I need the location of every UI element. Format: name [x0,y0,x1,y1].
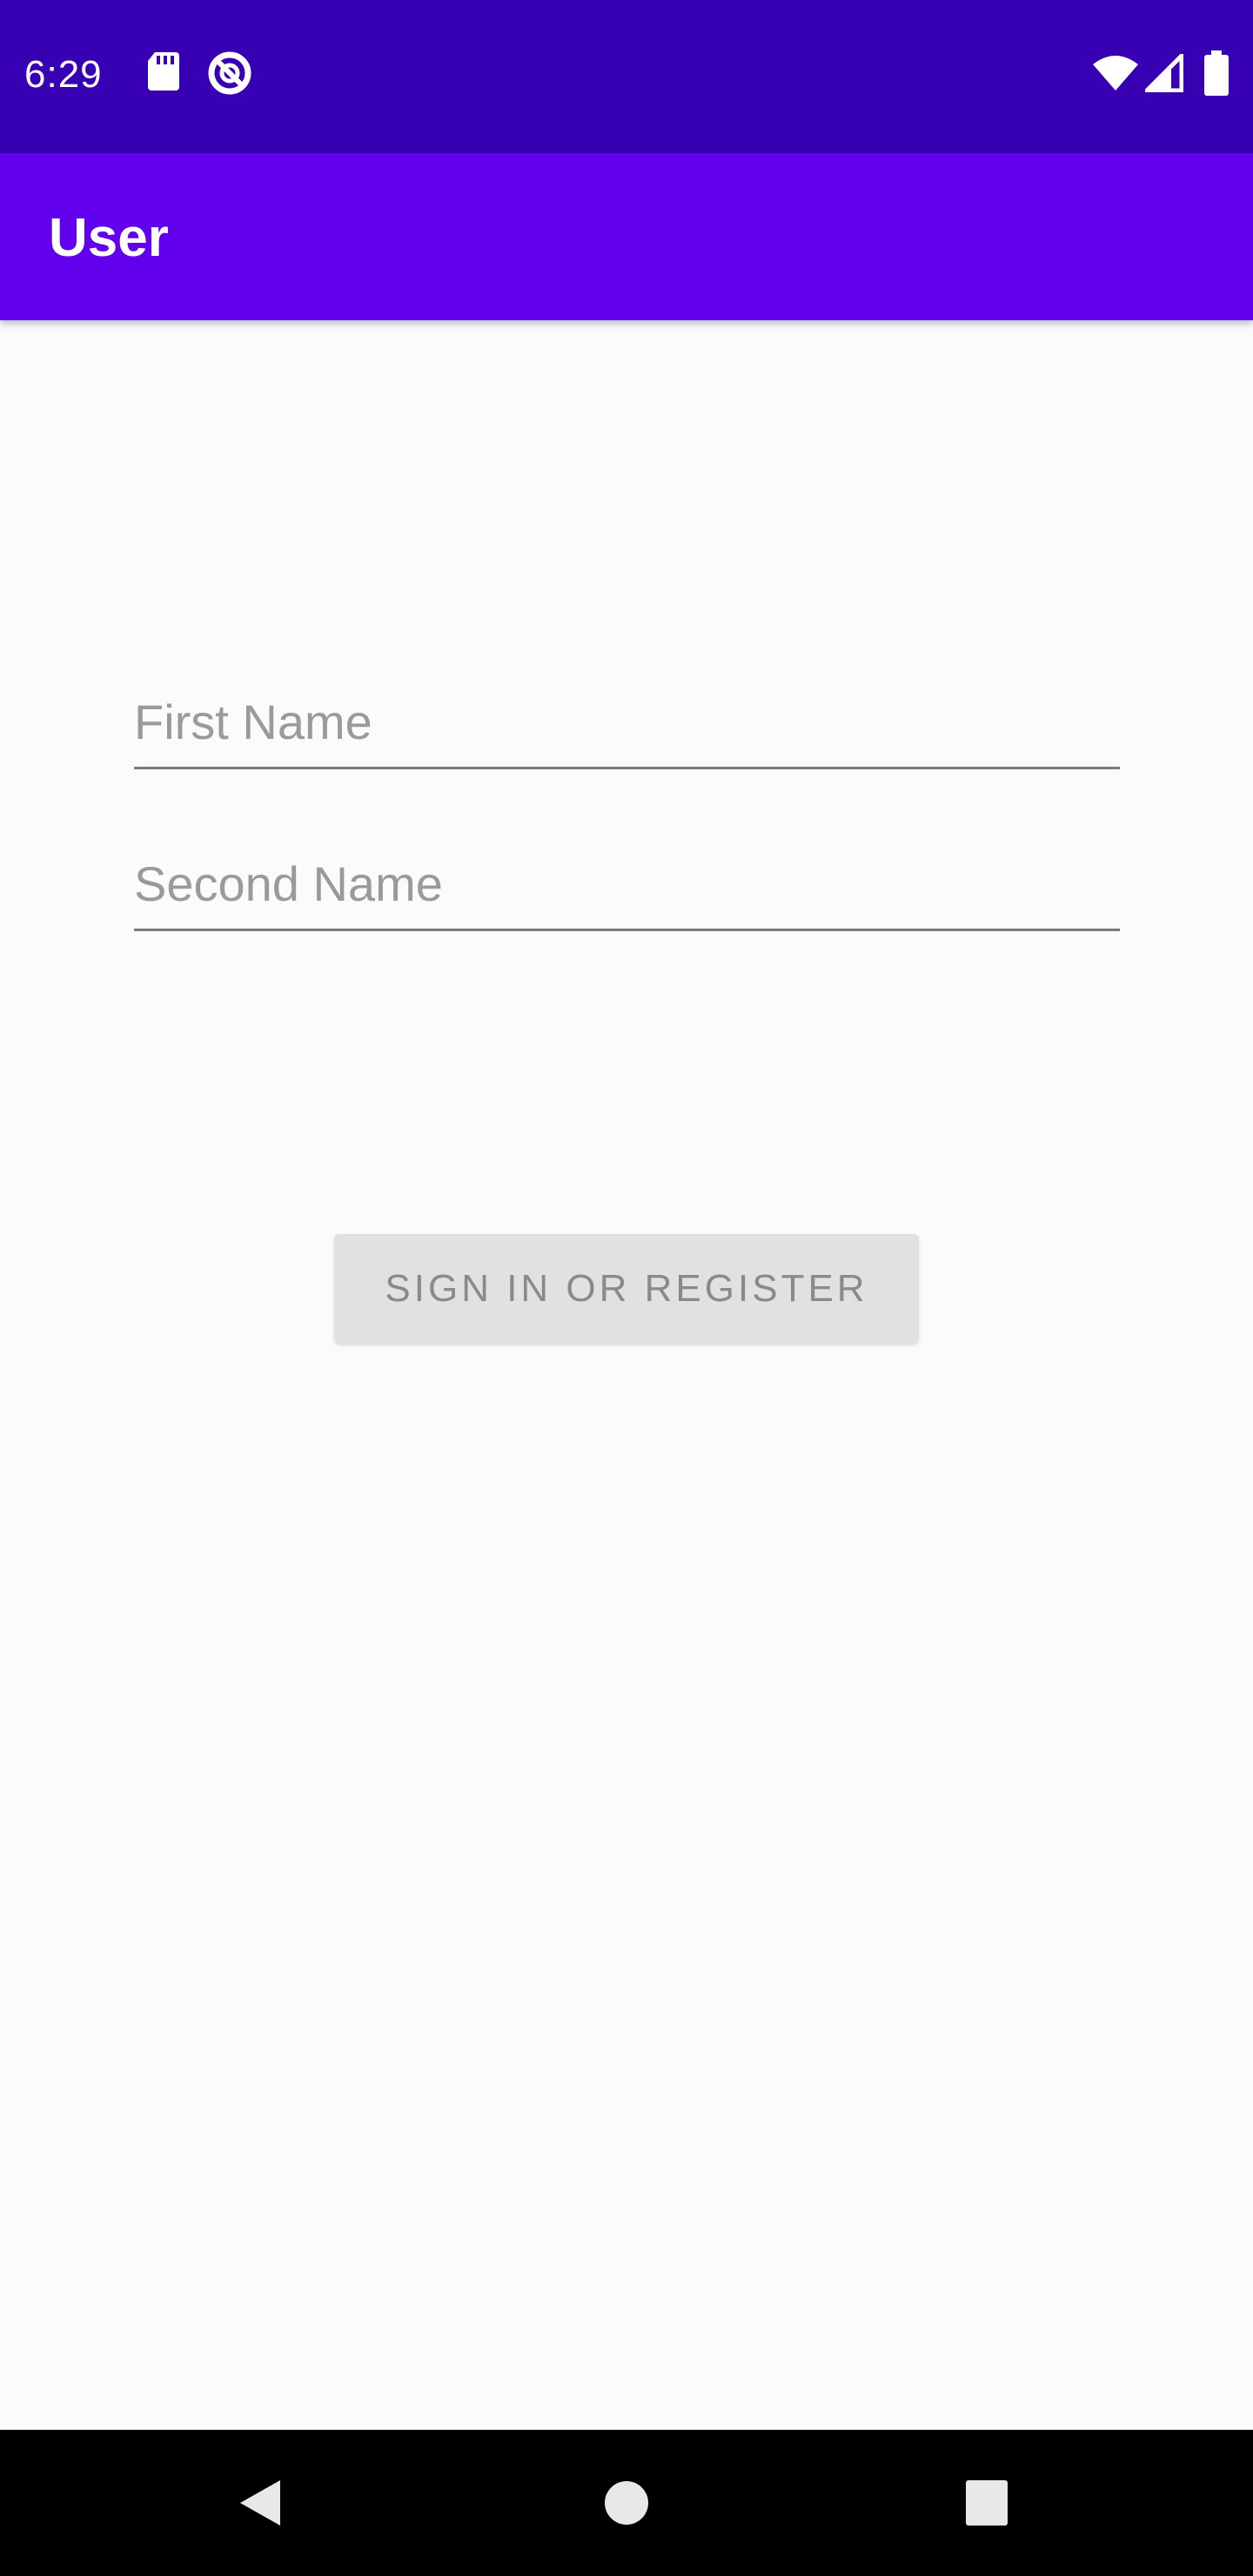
back-icon[interactable] [235,2477,287,2529]
first-name-field[interactable] [134,656,1120,769]
wifi-icon [1091,54,1140,92]
home-icon[interactable] [604,2477,649,2529]
recents-icon[interactable] [964,2477,1009,2529]
sd-card-icon [146,50,181,92]
app-bar: User [0,153,1253,320]
do-not-disturb-icon [207,50,252,96]
first-name-input[interactable] [134,687,1120,756]
status-time: 6:29 [24,53,103,96]
sign-in-or-register-button[interactable]: SIGN IN OR REGISTER [334,1234,919,1344]
second-name-field[interactable] [134,818,1120,931]
signal-icon [1145,54,1183,92]
navigation-bar [0,2430,1253,2576]
page-title: User [49,208,169,268]
main-content: SIGN IN OR REGISTER [0,320,1253,2430]
status-bar: 6:29 [0,0,1253,153]
second-name-input[interactable] [134,849,1120,918]
battery-icon [1204,50,1229,96]
